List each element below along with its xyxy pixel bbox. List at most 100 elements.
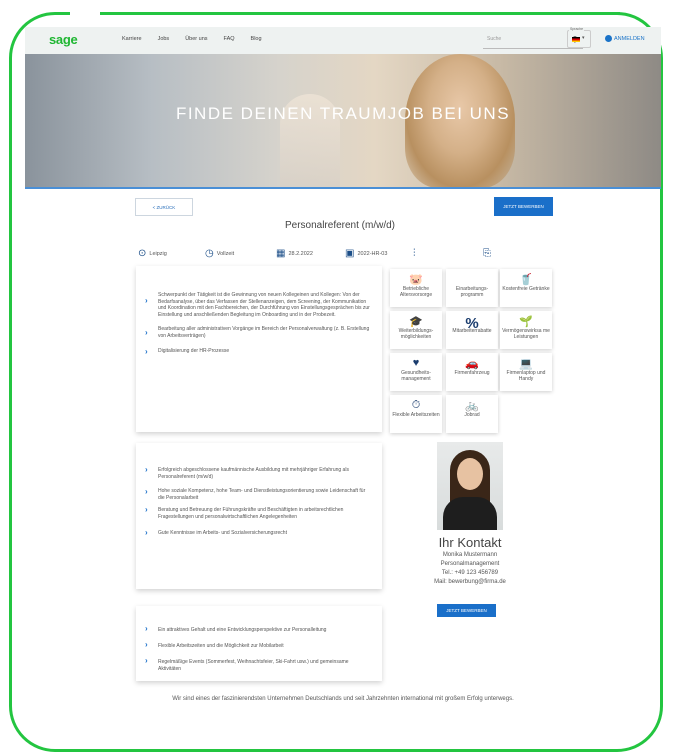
benefit-label: Einarbeitungs-programm <box>455 286 489 298</box>
language-label: Sprache <box>569 27 585 31</box>
benefit-label: Weiterbildungs-möglichkeiten <box>398 328 434 340</box>
location: ⊙ Leipzig <box>138 248 167 259</box>
benefit-tile: 🎓 Weiterbildungs-möglichkeiten <box>390 311 442 349</box>
nav-item-faq[interactable]: FAQ <box>216 36 243 42</box>
job-title: Personalreferent (m/w/d) <box>284 220 396 231</box>
chevron-right-icon: › <box>145 624 148 633</box>
benefit-tile: 🚲 Jobrad <box>446 395 498 433</box>
chevron-right-icon: › <box>145 528 148 537</box>
benefit-label: Mitarbeiterrabatte <box>452 328 492 334</box>
task-item: Schwerpunkt der Tätigkeit ist die Gewinn… <box>158 292 370 318</box>
benefit-tile: 🥤 Kostenfreie Getränke <box>500 269 552 307</box>
piggy-bank-icon: 🐷 <box>409 274 423 286</box>
frame-top-segment <box>100 12 620 15</box>
document: ⎘ <box>483 248 491 259</box>
frame-gap <box>70 8 100 16</box>
hero-divider <box>25 187 661 189</box>
nav-item-jobs[interactable]: Jobs <box>150 36 178 42</box>
footer-text: Wir sind eines der faszinierendsten Unte… <box>172 696 514 702</box>
benefit-label: Firmenlaptop und Handy <box>506 370 546 382</box>
flexible-time-icon: ⏱ <box>411 399 421 411</box>
laptop-icon: 💻 <box>519 358 533 370</box>
document-icon: ⎘ <box>483 248 491 259</box>
chevron-right-icon: › <box>145 505 148 514</box>
contact-department: Personalmanagement <box>440 561 500 567</box>
location-pin-icon: ⊙ <box>138 248 147 259</box>
date-label: 28.2.2022 <box>288 250 313 257</box>
requirement-item: Gute Kenntnisse im Arbeits- und Sozialve… <box>158 530 287 536</box>
benefit-tile: % Mitarbeiterrabatte <box>446 311 498 349</box>
job-id-label: 2022-HR-03 <box>357 250 388 257</box>
chevron-right-icon: › <box>145 640 148 649</box>
benefit-label: Gesundheits-management <box>401 370 431 382</box>
job-id: ▣ 2022-HR-03 <box>345 248 387 259</box>
benefit-tile: 🚗 Firmenfahrzeug <box>446 353 498 391</box>
offer-item: Regelmäßige Events (Sommerfest, Weihnach… <box>158 659 349 672</box>
chevron-right-icon: › <box>145 328 148 337</box>
chevron-right-icon: › <box>145 465 148 474</box>
calendar-icon: ▦ <box>276 248 286 259</box>
benefit-label: Kostenfreie Getränke <box>502 286 550 292</box>
nav-menu: Karriere Jobs Über uns FAQ Blog <box>114 36 270 42</box>
benefit-label: Flexible Arbeitszeiten <box>392 412 440 418</box>
contact-name: Monika Mustermann <box>442 552 498 558</box>
location-label: Leipzig <box>149 250 167 257</box>
benefit-label: Betriebliche Altersvorsorge <box>399 286 433 298</box>
referral-icon <box>446 273 498 286</box>
logo[interactable]: sage <box>49 32 78 47</box>
employment-type-label: Vollzeit <box>216 250 235 257</box>
contact-heading: Ihr Kontakt <box>438 535 502 550</box>
date: ▦ 28.2.2022 <box>276 248 313 259</box>
nav-item-blog[interactable]: Blog <box>243 36 270 42</box>
search-placeholder: Suche <box>487 36 502 42</box>
requirement-item: Erfolgreich abgeschlossene kaufmännische… <box>158 467 349 480</box>
task-item: Bearbeitung aller administrativen Vorgän… <box>158 326 370 339</box>
hierarchy: ⫶ <box>413 248 416 259</box>
savings-plant-icon: 🌱 <box>519 316 533 328</box>
apply-button-top[interactable]: JETZT BEWERBEN <box>494 197 553 216</box>
chevron-right-icon: › <box>145 487 148 496</box>
benefit-label: Firmenfahrzeug <box>454 370 490 376</box>
benefit-tile: 🌱 Vermögenswirksa me Leistungen <box>500 311 552 349</box>
health-icon: ♥ <box>412 357 420 369</box>
german-flag-icon <box>572 37 580 42</box>
bike-icon: 🚲 <box>465 400 479 412</box>
chevron-down-icon: ▾ <box>582 35 585 41</box>
offers-card: › Ein attraktives Gehalt und eine Entwic… <box>136 606 382 681</box>
apply-button-bottom[interactable]: JETZT BEWERBEN <box>437 604 496 617</box>
requirements-card: › Erfolgreich abgeschlossene kaufmännisc… <box>136 443 382 589</box>
chevron-right-icon: › <box>145 347 148 356</box>
offer-item: Flexible Arbeitszeiten und die Möglichke… <box>158 643 284 649</box>
photo-face <box>457 458 483 490</box>
photo-body <box>443 497 497 530</box>
hero-title: FINDE DEINEN TRAUMJOB BEI UNS <box>175 104 511 123</box>
chevron-right-icon: › <box>145 656 148 665</box>
hierarchy-icon: ⫶ <box>413 248 416 259</box>
benefit-label: Jobrad <box>464 412 480 418</box>
drinks-icon: 🥤 <box>519 274 533 286</box>
login-label: ANMELDEN <box>614 35 645 42</box>
task-item: Digitalisierung der HR-Prozesse <box>158 348 230 354</box>
requirement-item: Hohe soziale Kompetenz, hohe Team- und D… <box>158 488 366 501</box>
benefit-tile: ♥ Gesundheits-management <box>390 353 442 391</box>
chevron-right-icon: › <box>145 296 148 305</box>
hero-banner: FINDE DEINEN TRAUMJOB BEI UNS <box>25 54 661 188</box>
user-icon <box>605 35 612 42</box>
training-icon: 🎓 <box>409 316 423 328</box>
back-button[interactable]: < ZURÜCK <box>135 198 193 216</box>
contact-photo <box>437 442 503 530</box>
benefit-tile: 🐷 Betriebliche Altersvorsorge <box>390 269 442 307</box>
nav-item-ueber-uns[interactable]: Über uns <box>177 36 215 42</box>
top-navigation: sage Karriere Jobs Über uns FAQ Blog Suc… <box>25 27 661 54</box>
language-select[interactable]: Sprache ▾ <box>567 27 591 48</box>
benefit-tile: Einarbeitungs-programm <box>446 269 498 307</box>
employment-type: ◷ Vollzeit <box>205 248 234 259</box>
nav-item-karriere[interactable]: Karriere <box>114 36 150 42</box>
offer-item: Ein attraktives Gehalt und eine Entwickl… <box>158 627 327 633</box>
benefit-tile: ⏱ Flexible Arbeitszeiten <box>390 395 442 433</box>
login-link[interactable]: ANMELDEN <box>605 35 645 42</box>
contact-phone: Tel.: +49 123 456789 <box>441 570 499 576</box>
car-icon: 🚗 <box>465 358 479 370</box>
tasks-card: › Schwerpunkt der Tätigkeit ist die Gewi… <box>136 266 382 432</box>
contact-mail[interactable]: Mail: bewerbung@firma.de <box>405 579 535 585</box>
